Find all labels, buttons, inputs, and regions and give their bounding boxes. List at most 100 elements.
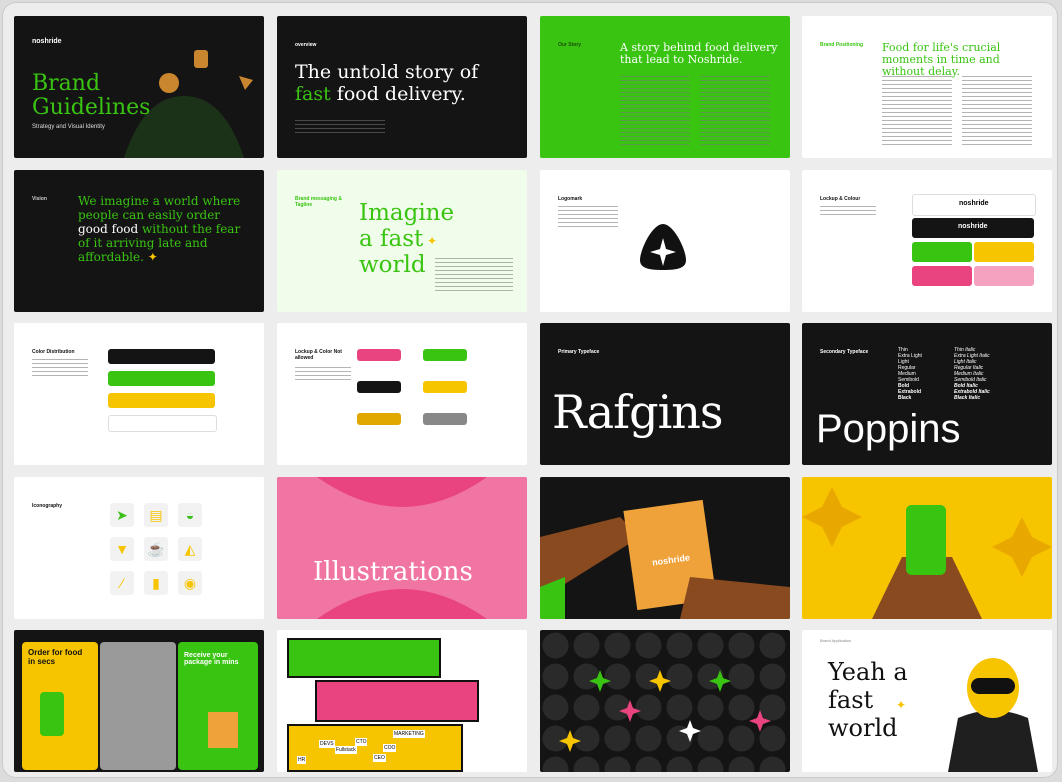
brand-subtitle: Strategy and Visual Identity [32, 124, 105, 130]
send-icon: ➤ [110, 503, 134, 527]
lockup-text: noshride [958, 223, 988, 230]
cup-icon: ☕ [144, 537, 168, 561]
body-text [882, 76, 952, 146]
slide-label: Logomark [558, 196, 583, 202]
slide-lockup-not-allowed[interactable]: Lockup & Color Not allowed [277, 323, 527, 465]
sign-text: HR [297, 756, 307, 764]
vision-part: We imagine a world where people can easi… [78, 194, 241, 222]
body-text [295, 120, 385, 136]
illustrations-title: Illustrations [313, 557, 473, 587]
delivery-illustration [540, 499, 790, 619]
body-text [620, 76, 690, 146]
vision-text: We imagine a world where people can easi… [78, 194, 248, 264]
slide-phone-illustration[interactable] [802, 477, 1052, 619]
star-pattern [540, 630, 790, 772]
wrong-lockup [423, 349, 467, 361]
body-text [700, 76, 770, 146]
slide-brand-application[interactable]: Brand Application Yeah a fast world ✦ [802, 630, 1052, 772]
typeface-specimen: Poppins [816, 407, 961, 451]
italic-item: Black Italic [954, 395, 981, 401]
headline-accent: fast [295, 83, 331, 105]
sign-text: COO [383, 744, 397, 752]
burger-icon: ▤ [144, 503, 168, 527]
slide-our-story[interactable]: Our Story A story behind food delivery t… [540, 16, 790, 158]
italic-list: Thin Italic Extra Light Italic Light Ita… [954, 347, 1024, 401]
slide-label: overview [295, 42, 317, 48]
promo-photo [100, 642, 176, 770]
wrong-lockup [423, 381, 467, 393]
slide-color-distribution[interactable]: Color Distribution [14, 323, 264, 465]
lockup-yellow [974, 242, 1034, 262]
slide-brand-guidelines[interactable]: noshride Brand Guidelines Strategy and V… [14, 16, 264, 158]
location-pin-icon: ◉ [178, 571, 202, 595]
body-text [820, 206, 876, 218]
sparkle-icon: ✦ [896, 698, 907, 712]
slide-label: Primary Typeface [558, 349, 600, 355]
weight-list: Thin Extra Light Light Regular Medium Se… [898, 347, 948, 401]
slide-grid: noshride Brand Guidelines Strategy and V… [14, 16, 1052, 772]
ice-cream-icon: ▼ [110, 537, 134, 561]
sign-text: DEVS [319, 740, 335, 748]
slide-label: Secondary Typeface [820, 349, 869, 355]
sign-text: Fullstack [335, 746, 357, 754]
illustration-shape [277, 477, 527, 619]
slide-illustrations[interactable]: Illustrations [277, 477, 527, 619]
logomark-icon [640, 224, 686, 270]
lockup-green [912, 242, 972, 262]
sign-text: MARKETING [393, 730, 425, 738]
rider-illustration [948, 658, 1038, 772]
slide-label: Iconography [32, 503, 63, 509]
promo-text: Receive your package in mins [184, 652, 239, 666]
pizza-icon [239, 76, 253, 90]
slide-banners[interactable]: HR DEVS Fullstack CTO CEO MARKETING COO [277, 630, 527, 772]
slide-label: Lockup & Color Not allowed [295, 349, 342, 361]
pizza-icon: ◭ [178, 537, 202, 561]
slide-primary-typeface[interactable]: Primary Typeface Rafgins [540, 323, 790, 465]
sparkle-icon: ✦ [147, 250, 158, 264]
slide-pattern[interactable] [540, 630, 790, 772]
body-text [32, 359, 88, 377]
slide-tagline[interactable]: Brand messaging & Tagline Imagine a fast… [277, 170, 527, 312]
weight-item: Black [898, 395, 912, 401]
promo-card-1: Order for food in secs [22, 642, 98, 770]
slide-label: Brand Positioning [820, 42, 864, 48]
slide-label: Vision [32, 196, 47, 202]
lockup-text: noshride [959, 200, 989, 207]
color-bar-white [108, 415, 217, 432]
headline-part: The untold story of [295, 61, 479, 83]
bowl-icon: ◒ [178, 503, 202, 527]
gallery-frame: noshride Brand Guidelines Strategy and V… [2, 2, 1058, 778]
color-bar-black [108, 349, 215, 364]
headline-part: food delivery. [336, 83, 466, 105]
lockup-black: noshride [912, 218, 1034, 238]
banner-yellow: HR DEVS Fullstack CTO CEO MARKETING COO [287, 724, 463, 772]
body-text [435, 258, 513, 292]
slide-label: Lockup & Colour [820, 196, 861, 202]
lockup-pink [912, 266, 972, 286]
slide-delivery-illustration[interactable]: noshride [540, 477, 790, 619]
slide-label: Brand messaging & Tagline [295, 196, 342, 208]
promo-text: Order for food in secs [28, 648, 83, 666]
vision-accent: good food [78, 222, 139, 236]
body-text [295, 367, 351, 383]
body-text [962, 76, 1032, 146]
typeface-specimen: Rafgins [552, 385, 724, 439]
slide-overview[interactable]: overview The untold story of fast food d… [277, 16, 527, 158]
wrong-lockup [357, 349, 401, 361]
wrong-lockup [357, 413, 401, 425]
slide-brand-positioning[interactable]: Brand Positioning Food for life's crucia… [802, 16, 1052, 158]
food-box-icon [194, 50, 208, 68]
promo-card-2: Receive your package in mins [178, 642, 258, 770]
slide-app-promos[interactable]: Order for food in secs Receive your pack… [14, 630, 264, 772]
body-text [558, 206, 618, 230]
slide-vision[interactable]: Vision We imagine a world where people c… [14, 170, 264, 312]
story-headline: A story behind food delivery that lead t… [620, 41, 778, 66]
slide-label: Color Distribution [32, 349, 75, 355]
slide-lockup-colour[interactable]: Lockup & Colour noshride noshride [802, 170, 1052, 312]
banner-green [287, 638, 441, 678]
slide-iconography[interactable]: Iconography ➤ ▤ ◒ ▼ ☕ ◭ ⁄ ▮ ◉ [14, 477, 264, 619]
slide-logomark[interactable]: Logomark [540, 170, 790, 312]
slide-label: Brand Application [820, 638, 852, 643]
slide-secondary-typeface[interactable]: Secondary Typeface Thin Extra Light Ligh… [802, 323, 1052, 465]
overview-headline: The untold story of fast food delivery. [295, 61, 515, 105]
